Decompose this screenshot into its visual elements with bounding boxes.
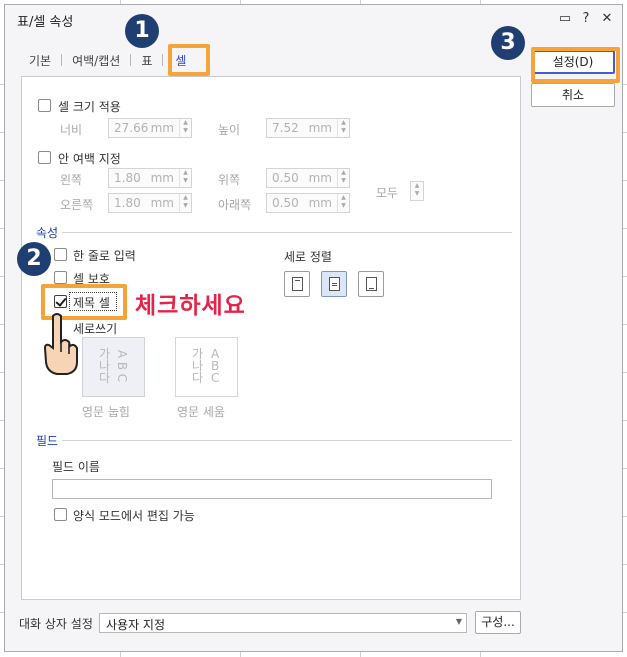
step-1-badge: 1 <box>125 14 159 48</box>
cell-tab-panel: 셀 크기 적용 너비 27.66 mm ▲ ▼ 높이 7.52 mm ▲ ▼ 안 여백 지정… <box>21 76 521 600</box>
dialog-settings-select[interactable]: 사용자 지정 ▼ <box>99 613 467 633</box>
field-name-input[interactable] <box>52 479 492 499</box>
configure-button[interactable]: 구성... <box>475 611 521 634</box>
step-3-badge: 3 <box>491 26 525 60</box>
form-edit-checkbox[interactable] <box>54 508 67 521</box>
tab-basic[interactable]: 기본 <box>27 52 53 69</box>
tab-margin-caption[interactable]: 여백/캡션 <box>70 52 122 69</box>
dialog-settings-label: 대화 상자 설정 <box>19 617 93 631</box>
all-margin-label: 모두 <box>376 186 399 200</box>
field-name-label: 필드 이름 <box>52 460 100 474</box>
left-margin-spinbox[interactable]: 1.80 mm ▲ ▼ <box>108 168 192 188</box>
tab-cell-highlight <box>168 44 210 76</box>
restore-icon[interactable]: ▭ <box>556 10 574 28</box>
field-section-title: 필드 <box>36 434 59 448</box>
left-margin-label: 왼쪽 <box>60 173 83 187</box>
single-line-label: 한 줄로 입력 <box>73 249 136 263</box>
cancel-button[interactable]: 취소 <box>531 83 615 107</box>
tab-bar: 기본 여백/캡션 표 셀 <box>27 51 188 69</box>
help-icon[interactable]: ? <box>577 10 595 28</box>
inner-margin-checkbox[interactable] <box>38 151 51 164</box>
form-edit-label: 양식 모드에서 편집 가능 <box>73 509 195 523</box>
align-middle-button[interactable] <box>321 271 347 297</box>
table-cell-properties-dialog: 표/셀 속성 ▭ ? ✕ 기본 여백/캡션 표 셀 설정(D) 취소 셀 크기 … <box>4 4 623 652</box>
right-margin-spinbox[interactable]: 1.80 mm ▲ ▼ <box>108 193 192 213</box>
tab-table[interactable]: 표 <box>139 52 154 69</box>
close-icon[interactable]: ✕ <box>598 10 616 28</box>
latin-lying-label: 영문 눕힘 <box>82 405 130 419</box>
height-label: 높이 <box>218 123 241 137</box>
align-top-button[interactable] <box>284 271 310 297</box>
right-margin-label: 오른쪽 <box>60 198 94 212</box>
dialog-title: 표/셀 속성 <box>17 15 74 30</box>
cell-protect-checkbox[interactable] <box>54 271 67 284</box>
all-margin-spinner[interactable]: ▲ ▼ <box>410 181 424 201</box>
single-line-checkbox[interactable] <box>54 248 67 261</box>
check-callout: 체크하세요 <box>135 293 246 319</box>
width-label: 너비 <box>60 123 83 137</box>
bottom-margin-label: 아래쪽 <box>218 198 252 212</box>
properties-section-title: 속성 <box>36 226 59 240</box>
height-spinbox[interactable]: 7.52 mm ▲ ▼ <box>266 118 350 138</box>
field-divider <box>62 440 512 441</box>
cell-size-checkbox[interactable] <box>38 99 51 112</box>
latin-lying-option[interactable]: 가 나 다 A B C <box>82 337 145 397</box>
inner-margin-label: 안 여백 지정 <box>58 152 121 166</box>
latin-upright-label: 영문 세움 <box>177 405 225 419</box>
top-margin-label: 위쪽 <box>218 173 241 187</box>
title-bar: 표/셀 속성 ▭ ? ✕ <box>5 5 622 33</box>
ok-button-highlight <box>531 47 620 83</box>
bottom-margin-spinbox[interactable]: 0.50 mm ▲ ▼ <box>266 193 350 213</box>
properties-divider <box>62 232 512 233</box>
pointing-hand-icon <box>43 313 78 375</box>
cell-size-label: 셀 크기 적용 <box>58 100 121 114</box>
step-2-badge: 2 <box>17 242 51 276</box>
width-spinbox[interactable]: 27.66 mm ▲ ▼ <box>108 118 192 138</box>
latin-upright-option[interactable]: 가 나 다 A B C <box>175 337 238 397</box>
align-bottom-button[interactable] <box>358 271 384 297</box>
chevron-down-icon: ▼ <box>455 617 462 626</box>
top-margin-spinbox[interactable]: 0.50 mm ▲ ▼ <box>266 168 350 188</box>
vertical-align-label: 세로 정렬 <box>284 250 332 264</box>
